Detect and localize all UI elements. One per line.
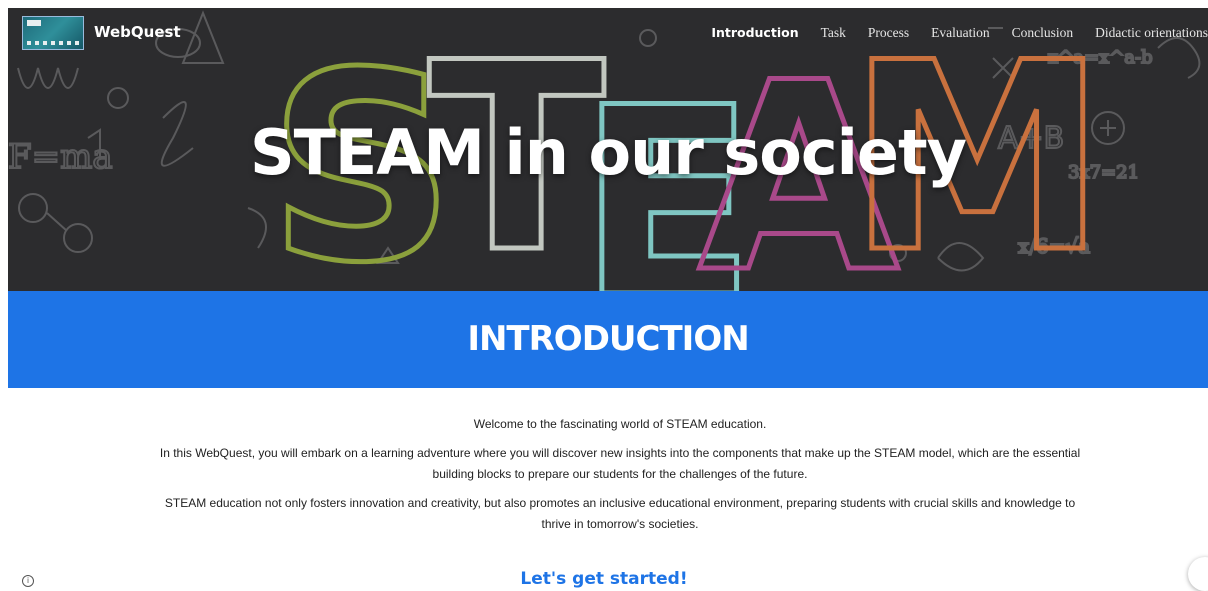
hero-title: STEAM in our society bbox=[249, 116, 967, 189]
logo-mark bbox=[27, 20, 41, 26]
intro-paragraph-welcome: Welcome to the fascinating world of STEA… bbox=[473, 417, 767, 431]
intro-paragraph-adventure: In this WebQuest, you will embark on a l… bbox=[159, 446, 1081, 481]
nav-item-process[interactable]: Process bbox=[868, 25, 909, 41]
lets-get-started-heading: Let's get started! bbox=[520, 569, 688, 589]
brand-name[interactable]: WebQuest bbox=[94, 23, 181, 41]
info-icon[interactable]: i bbox=[22, 575, 34, 587]
nav-item-task[interactable]: Task bbox=[821, 25, 846, 41]
nav-item-didactic-orientations[interactable]: Didactic orientations bbox=[1095, 25, 1208, 41]
logo-strip bbox=[27, 41, 79, 45]
intro-paragraph-education: STEAM education not only fosters innovat… bbox=[164, 496, 1076, 531]
nav-item-conclusion[interactable]: Conclusion bbox=[1012, 25, 1074, 41]
nav-item-evaluation[interactable]: Evaluation bbox=[931, 25, 989, 41]
introduction-content: Welcome to the fascinating world of STEA… bbox=[150, 414, 1090, 543]
top-navigation: WebQuest Introduction Task Process Evalu… bbox=[8, 8, 1208, 56]
webquest-logo-icon[interactable] bbox=[22, 16, 84, 50]
nav-menu: Introduction Task Process Evaluation Con… bbox=[711, 25, 1208, 41]
nav-item-introduction[interactable]: Introduction bbox=[711, 25, 798, 41]
introduction-banner: INTRODUCTION bbox=[8, 291, 1208, 388]
introduction-heading: INTRODUCTION bbox=[467, 319, 749, 359]
